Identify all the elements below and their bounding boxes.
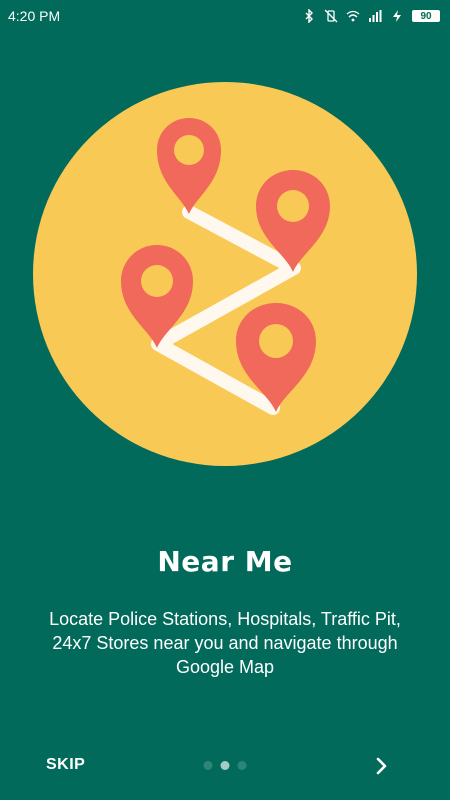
illustration-circle: [33, 82, 417, 466]
page-dot-1[interactable]: [203, 761, 213, 770]
wifi-icon: [346, 10, 360, 22]
battery-level: 90: [412, 10, 440, 22]
status-bar: 4:20 PM 90: [0, 0, 450, 32]
map-route-pins-icon: [33, 82, 417, 466]
bluetooth-icon: [305, 9, 313, 23]
next-button[interactable]: [372, 756, 392, 776]
chevron-right-icon: [376, 757, 387, 775]
onboarding-footer: SKIP: [0, 730, 450, 800]
page-dot-2[interactable]: [220, 761, 230, 770]
charging-icon: [393, 10, 401, 22]
page-indicator: [203, 761, 247, 770]
slide-title: Near Me: [157, 545, 293, 578]
status-time: 4:20 PM: [8, 8, 61, 24]
signal-icon: [369, 10, 382, 22]
slide-description: Locate Police Stations, Hospitals, Traff…: [49, 609, 401, 677]
page-dot-3[interactable]: [237, 761, 247, 770]
vibrate-off-icon: [324, 9, 338, 23]
status-icons: 90: [302, 9, 440, 23]
skip-button[interactable]: SKIP: [46, 756, 85, 774]
